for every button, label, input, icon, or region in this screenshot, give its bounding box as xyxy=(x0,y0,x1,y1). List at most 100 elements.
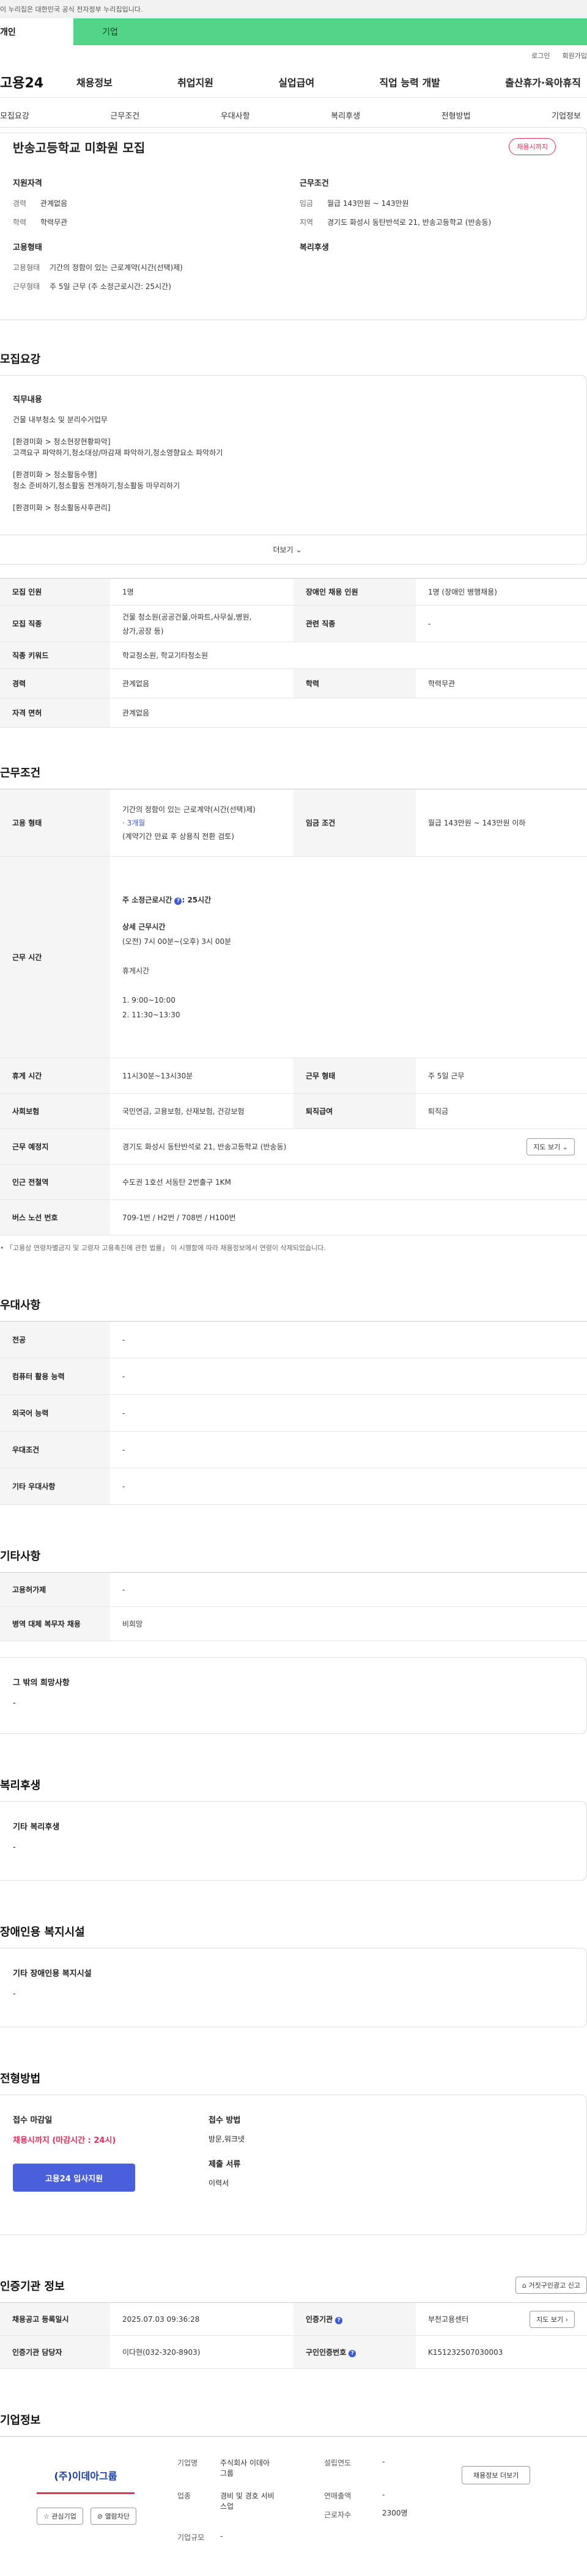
utility-bar: 로그인 회원가입 xyxy=(0,45,587,66)
reg-date-label: 채용공고 등록일시 xyxy=(0,2302,110,2336)
cert-number-value: K151232507030003 xyxy=(416,2335,587,2369)
disability-card: 기타 장애인용 복지시설 - xyxy=(0,1948,587,2027)
retirement-value: 퇴직금 xyxy=(416,1093,587,1129)
subway-value: 수도권 1호선 서동탄 2번출구 1KM xyxy=(110,1164,587,1200)
work-time-label: 근무 시간 xyxy=(0,856,110,1058)
work-time-value: 주 소정근로시간?: 25시간 상세 근무시간 (오전) 7시 00분~(오후)… xyxy=(110,856,587,1058)
weekly-hours-value: : 25시간 xyxy=(182,895,212,904)
info-icon[interactable]: ? xyxy=(335,2317,343,2324)
deadline-badge: 채용시까지 xyxy=(509,138,556,155)
area-label: 지역 xyxy=(300,218,314,227)
gnb-item-leave[interactable]: 출산휴가·육아휴직 xyxy=(505,75,581,89)
education-label: 학력 xyxy=(13,218,27,227)
duty-text: 건물 내부청소 및 분리수거업무 [환경미화 > 청소현장현황파악] 고객요구 … xyxy=(13,415,223,512)
emp-form-line1: 기간의 정함이 있는 근로계약(시간(선택)제) xyxy=(122,805,256,814)
subway-label: 인근 전철역 xyxy=(0,1164,110,1200)
subnav-welfare[interactable]: 복리후생 xyxy=(331,109,360,121)
license-value: 관계없음 xyxy=(110,698,587,728)
map-button-label: 지도 보기 xyxy=(533,1143,561,1151)
recruit-section-header: 모집요강 xyxy=(0,320,587,375)
pref-condition-value: - xyxy=(110,1431,587,1468)
chevron-down-icon: ⌄ xyxy=(560,1143,568,1151)
emp-form-note: (계약기간 만료 후 상용직 전환 검토) xyxy=(122,832,234,841)
global-nav: 고용24 채용정보 취업지원 실업급여 직업 능력 개발 출산휴가·육아휴직 xyxy=(0,66,587,98)
co-industry-line1: 경비 및 경호 서비 xyxy=(220,2492,275,2500)
cert-table: 채용공고 등록일시 2025.07.03 09:36:28 인증기관? 부천고용… xyxy=(0,2302,587,2369)
disability-box-title: 기타 장애인용 복지시설 xyxy=(13,1969,92,1978)
work-place-address: 경기도 화성시 동탄반석로 21, 반송고등학교 (반송동) xyxy=(122,1143,287,1151)
signup-link[interactable]: 회원가입 xyxy=(563,51,587,60)
co-scale-value: - xyxy=(220,2532,223,2541)
gnb-item-employment-support[interactable]: 취업지원 xyxy=(177,75,213,89)
emp-form-value: 기간의 정함이 있는 근로계약(시간(선택)제) · 3개월 (계약기간 만료 … xyxy=(110,789,294,857)
disabled-count-label: 장애인 채용 인원 xyxy=(294,578,416,606)
pref-etc-value: - xyxy=(110,1468,587,1505)
wage-cond-label: 임금 조건 xyxy=(294,789,416,857)
tab-personal[interactable]: 개인 xyxy=(0,18,73,45)
cert-map-label: 지도 보기 xyxy=(536,2315,564,2324)
gov-strip: 이 누리집은 대한민국 공식 전자정부 누리집입니다. xyxy=(0,0,587,18)
cert-org-value: 부천고용센터 지도 보기 › xyxy=(416,2302,587,2336)
retirement-label: 퇴직급여 xyxy=(294,1093,416,1129)
gnb-item-training[interactable]: 직업 능력 개발 xyxy=(379,75,440,89)
license-label: 자격 면허 xyxy=(0,698,110,728)
work-section-header: 근무조건 xyxy=(0,728,587,789)
gnb-item-unemployment[interactable]: 실업급여 xyxy=(278,75,314,89)
pref-computer-label: 컴퓨터 활용 능력 xyxy=(0,1358,110,1395)
age-note-text: 「고용상 연령차별금지 및 고령자 고용촉진에 관한 법률」 이 시행함에 따라… xyxy=(6,1244,326,1252)
top-tabs: 개인 기업 xyxy=(0,18,587,45)
qualification-title: 지원자격 xyxy=(13,179,42,188)
related-job-label: 관련 직종 xyxy=(294,605,416,642)
map-button[interactable]: 지도 보기 ⌄ xyxy=(526,1138,575,1155)
weekly-hours-label: 주 소정근로시간 xyxy=(122,895,172,904)
subnav-preference[interactable]: 우대사항 xyxy=(221,109,250,121)
cert-number-label-text: 구인인증번호 xyxy=(306,2348,347,2357)
disability-section-header: 장애인용 복지시설 xyxy=(0,1881,587,1948)
more-label: 더보기 xyxy=(273,546,294,554)
company-actions: 채용정보 더보기 xyxy=(462,2445,531,2542)
favorite-company-button[interactable]: ☆ 관심기업 xyxy=(37,2508,83,2525)
info-icon[interactable]: ? xyxy=(174,897,182,905)
company-info: (주)이데아그룹 ☆ 관심기업 ⊘ 열람차단 기업명 주식회사 이데아 그룹 설립… xyxy=(0,2436,587,2542)
career-row-value: 관계없음 xyxy=(110,668,294,698)
subnav-company[interactable]: 기업정보 xyxy=(552,109,581,121)
gov-strip-text: 이 누리집은 대한민국 공식 전자정부 누리집입니다. xyxy=(0,5,143,13)
military-label: 병역 대체 복무자 채용 xyxy=(0,1606,110,1641)
recruit-table: 모집 인원 1명 장애인 채용 인원 1명 (장애인 병행채용) 모집 직종 건… xyxy=(0,578,587,728)
gnb-item-jobs[interactable]: 채용정보 xyxy=(76,75,113,89)
page-bottom-spacer xyxy=(0,2542,587,2567)
report-button[interactable]: ⌂ 거짓구인광고 신고 xyxy=(515,2277,587,2294)
cert-map-button[interactable]: 지도 보기 › xyxy=(530,2310,575,2328)
pref-table: 전공 - 컴퓨터 활용 능력 - 외국어 능력 - 우대조건 - 기타 우대사항 - xyxy=(0,1321,587,1505)
more-button[interactable]: 더보기 ⌄ xyxy=(0,535,586,564)
gnb-menu: 채용정보 취업지원 실업급여 직업 능력 개발 출산휴가·육아휴직 xyxy=(76,75,587,89)
apply-button[interactable]: 고용24 입사지원 xyxy=(13,2164,135,2192)
detail-time-value: (오전) 7시 00분~(오후) 3시 00분 xyxy=(122,937,232,946)
pref-language-value: - xyxy=(110,1394,587,1432)
subnav-conditions[interactable]: 근무조건 xyxy=(110,109,139,121)
co-emp-label: 근로자수 xyxy=(324,2511,352,2519)
co-scale-label: 기업규모 xyxy=(177,2533,205,2542)
subnav-recruit[interactable]: 모집요강 xyxy=(0,109,29,121)
block-label: 열람차단 xyxy=(105,2512,130,2520)
block-view-button[interactable]: ⊘ 열람차단 xyxy=(90,2508,137,2525)
wage-cond-value: 월급 143만원 ~ 143만원 이하 xyxy=(416,789,587,857)
etc-section-header: 기타사항 xyxy=(0,1505,587,1572)
other-wish-value: - xyxy=(13,1699,16,1708)
site-logo[interactable]: 고용24 xyxy=(0,72,76,92)
related-job-value: - xyxy=(416,605,587,642)
screening-section-title: 전형방법 xyxy=(0,2073,41,2085)
cert-manager-value: 이다현(032-320-8903) xyxy=(110,2335,294,2369)
insurance-label: 사회보험 xyxy=(0,1093,110,1129)
tab-company[interactable]: 기업 xyxy=(73,18,147,45)
subnav-screening[interactable]: 전형방법 xyxy=(441,109,471,121)
company-jobs-button[interactable]: 채용정보 더보기 xyxy=(462,2466,531,2484)
other-wish-title: 그 밖의 희망사항 xyxy=(13,1678,70,1688)
duty-title: 직무내용 xyxy=(13,395,42,404)
bus-label: 버스 노선 번호 xyxy=(0,1199,110,1235)
info-icon[interactable]: ? xyxy=(349,2350,356,2357)
career-row-label: 경력 xyxy=(0,668,110,698)
login-link[interactable]: 로그인 xyxy=(531,51,550,60)
job-category-value: 건물 청소원(공공건물,아파트,사무실,병원, 상가,공장 등) xyxy=(110,605,294,642)
emptype-label: 고용형태 xyxy=(13,263,40,272)
